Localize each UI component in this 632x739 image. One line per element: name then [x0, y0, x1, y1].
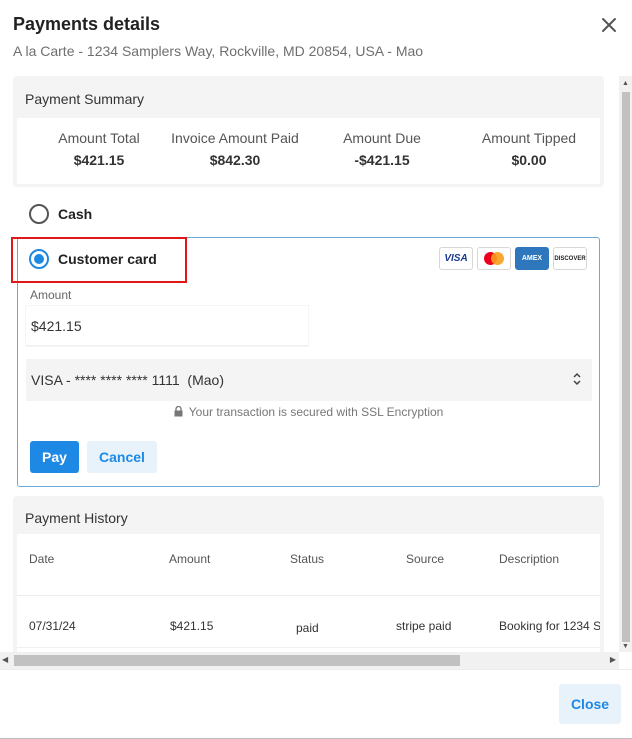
highlight-box — [11, 237, 187, 283]
column-header-amount[interactable]: Amount — [169, 552, 210, 566]
cell-source: stripe paid — [396, 619, 452, 633]
cell-date: 07/31/24 — [29, 619, 76, 633]
summary-amount-due: Amount Due -$421.15 — [327, 130, 437, 168]
card-brand-logos: VISA AMEX DISCOVER — [439, 247, 587, 270]
cell-amount: $421.15 — [170, 619, 214, 633]
amount-label: Amount — [30, 288, 72, 302]
column-header-source[interactable]: Source — [406, 552, 444, 566]
cell-description: Booking for 1234 Sam — [499, 619, 600, 633]
scroll-down-icon[interactable]: ▼ — [622, 643, 629, 650]
discover-icon: DISCOVER — [553, 247, 587, 270]
payment-summary-panel: Payment Summary Amount Total $421.15 Inv… — [13, 76, 604, 187]
summary-label: Invoice Amount Paid — [171, 130, 299, 146]
payment-history-panel: Payment History Date Amount Status Sourc… — [13, 496, 604, 670]
cash-radio[interactable] — [29, 204, 49, 224]
payment-history-title: Payment History — [25, 510, 128, 526]
visa-icon: VISA — [439, 247, 473, 270]
pay-button[interactable]: Pay — [30, 441, 79, 473]
summary-values: Amount Total $421.15 Invoice Amount Paid… — [17, 118, 600, 184]
summary-amount-total: Amount Total $421.15 — [39, 130, 159, 168]
footer-divider — [0, 669, 632, 670]
horizontal-scrollbar[interactable]: ◀ ▶ — [0, 652, 619, 669]
amount-input[interactable] — [26, 306, 308, 346]
column-header-date[interactable]: Date — [29, 552, 54, 566]
vertical-scrollbar[interactable]: ▲ ▼ — [619, 76, 632, 652]
header-divider — [17, 595, 600, 596]
amex-icon: AMEX — [515, 247, 549, 270]
scroll-right-icon[interactable]: ▶ — [610, 655, 616, 664]
payment-summary-title: Payment Summary — [25, 91, 145, 107]
vertical-scroll-thumb[interactable] — [622, 92, 630, 642]
summary-value: -$421.15 — [354, 152, 410, 168]
card-select[interactable]: VISA - **** **** **** 1111 (Mao) — [26, 359, 592, 401]
summary-value: $842.30 — [209, 152, 261, 168]
close-button[interactable]: Close — [559, 684, 621, 724]
summary-label: Amount Tipped — [481, 130, 577, 146]
scroll-up-icon[interactable]: ▲ — [622, 80, 629, 87]
summary-invoice-paid: Invoice Amount Paid $842.30 — [165, 130, 305, 168]
cash-label: Cash — [58, 206, 93, 222]
column-header-status[interactable]: Status — [290, 552, 324, 566]
cash-option[interactable]: Cash — [29, 204, 92, 224]
modal-title: Payments details — [13, 14, 161, 34]
horizontal-scroll-thumb[interactable] — [14, 655, 460, 666]
column-header-description[interactable]: Description — [499, 552, 559, 566]
select-arrows-icon — [572, 372, 582, 389]
lock-icon — [174, 405, 183, 417]
scroll-left-icon[interactable]: ◀ — [2, 655, 8, 664]
summary-value: $0.00 — [511, 152, 547, 168]
close-icon[interactable] — [598, 14, 620, 36]
modal-body: Payment Summary Amount Total $421.15 Inv… — [0, 76, 632, 670]
summary-label: Amount Total — [58, 130, 140, 146]
ssl-text: Your transaction is secured with SSL Enc… — [188, 405, 444, 419]
payment-history-table: Date Amount Status Source Description 07… — [17, 534, 600, 670]
payments-modal: Payments details A la Carte - 1234 Sampl… — [0, 0, 632, 739]
summary-value: $421.15 — [73, 152, 125, 168]
mastercard-icon — [477, 247, 511, 270]
selected-card-text: VISA - **** **** **** 1111 (Mao) — [31, 372, 224, 388]
summary-amount-tipped: Amount Tipped $0.00 — [469, 130, 589, 168]
modal-subtitle: A la Carte - 1234 Samplers Way, Rockvill… — [13, 43, 424, 59]
cell-status: paid — [296, 621, 319, 635]
cancel-button[interactable]: Cancel — [87, 441, 157, 473]
ssl-notice: Your transaction is secured with SSL Enc… — [18, 405, 599, 419]
row-divider — [17, 647, 600, 648]
summary-label: Amount Due — [343, 130, 421, 146]
